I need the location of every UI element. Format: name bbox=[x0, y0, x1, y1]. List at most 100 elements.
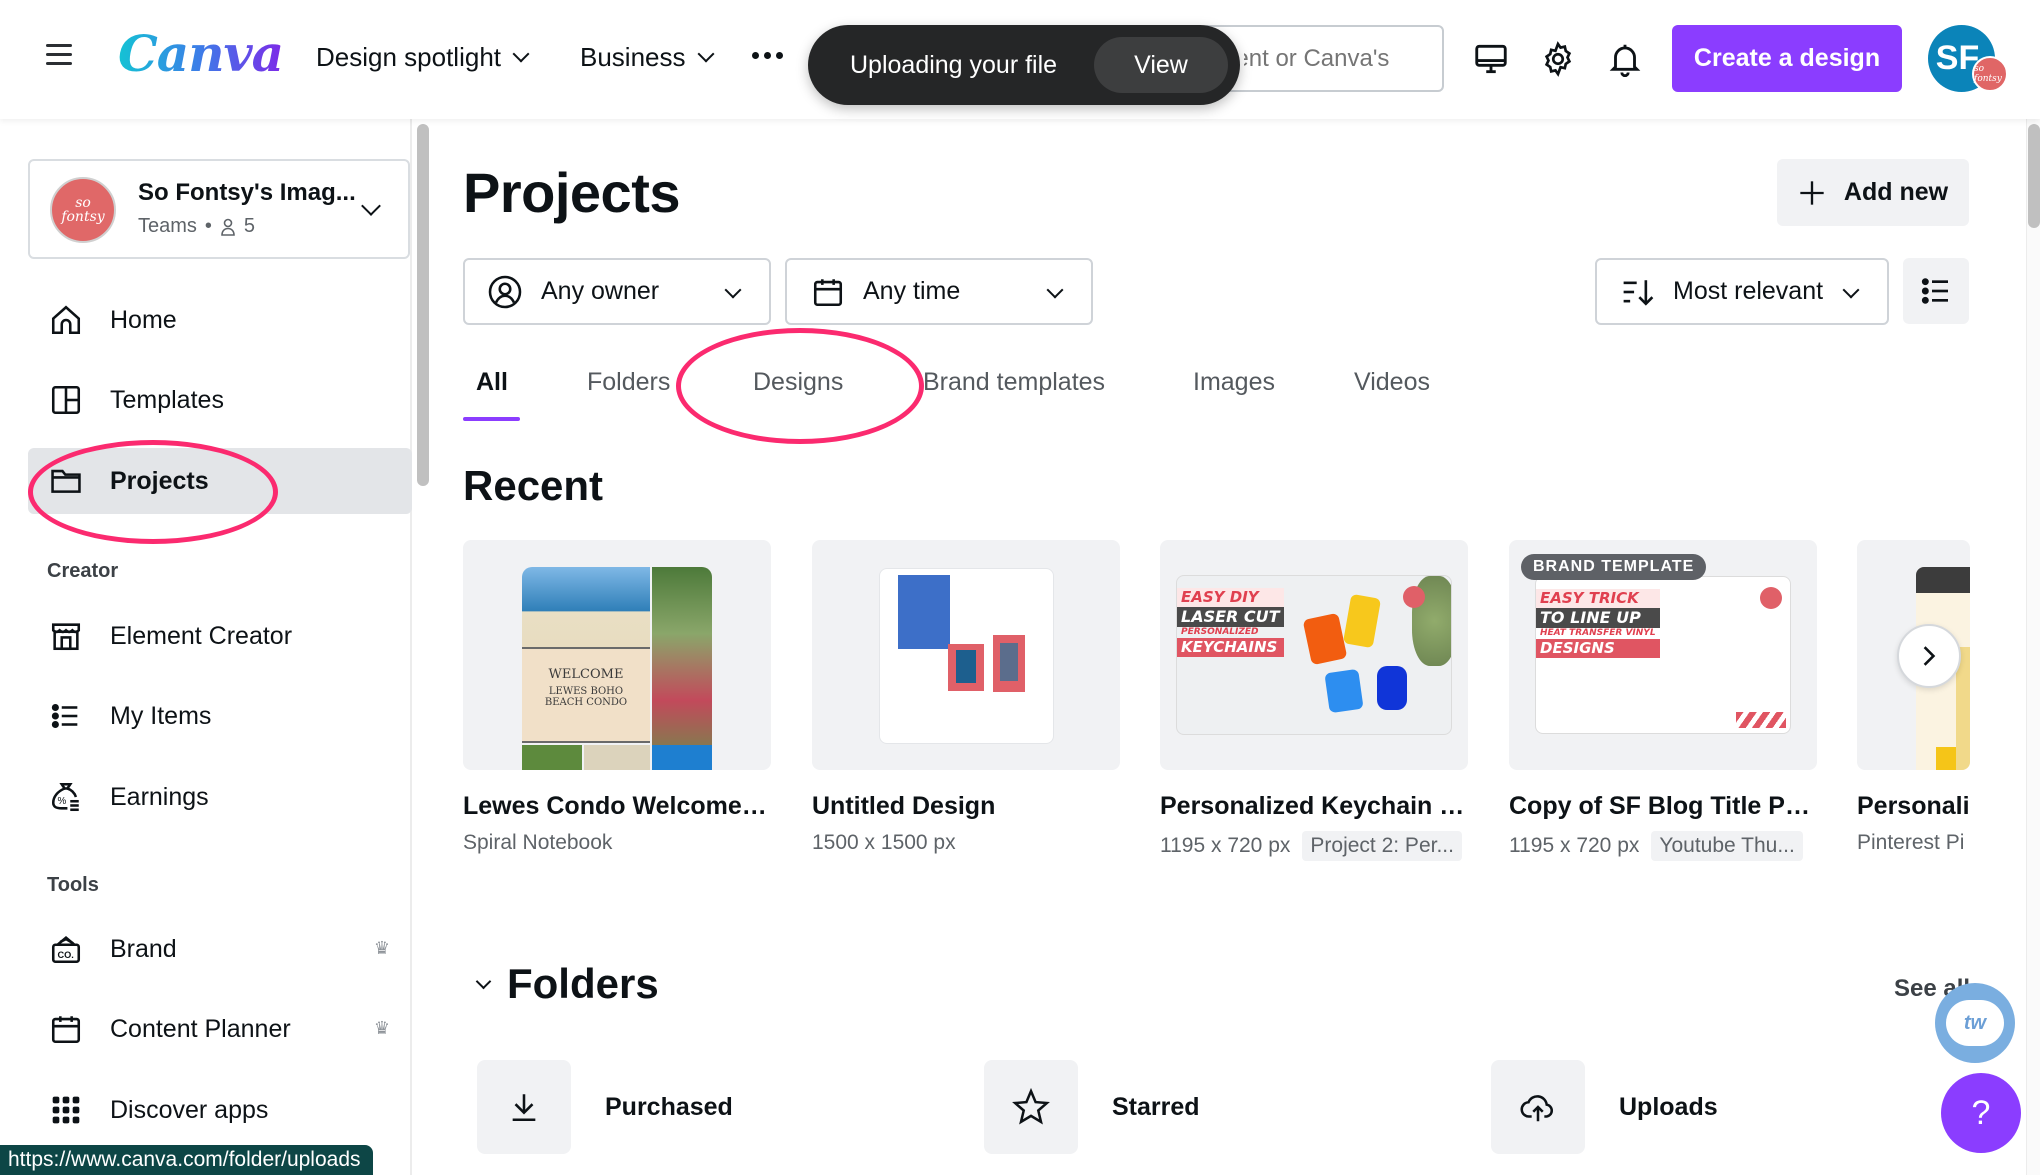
premium-crown-icon: ♛ bbox=[373, 938, 390, 958]
team-switcher[interactable]: so fontsy So Fontsy's Imag... Teams • 5 bbox=[28, 159, 410, 259]
list-icon bbox=[48, 698, 84, 734]
team-member-count: 5 bbox=[243, 215, 256, 237]
sidebar-item-element-creator[interactable]: Element Creator bbox=[28, 603, 412, 669]
tab-brand-templates[interactable]: Brand templates bbox=[923, 368, 1105, 397]
sidebar-item-content-planner[interactable]: Content Planner ♛ bbox=[28, 996, 412, 1062]
design-type: Spiral Notebook bbox=[463, 831, 613, 854]
team-type: Teams bbox=[138, 215, 197, 237]
sidebar-item-templates[interactable]: Templates bbox=[28, 367, 412, 433]
folder-item-purchased[interactable]: Purchased bbox=[477, 1060, 733, 1154]
folder-name: Starred bbox=[1112, 1092, 1200, 1121]
design-card[interactable]: WELCOME LEWES BOHO BEACH CONDO Lewes Con… bbox=[463, 540, 771, 855]
thumb-headline: WELCOME bbox=[548, 667, 624, 682]
star-icon bbox=[984, 1060, 1078, 1154]
main-scroll-track[interactable] bbox=[2026, 119, 2040, 1175]
menu-hamburger-icon[interactable] bbox=[46, 44, 72, 66]
design-card[interactable]: EASY DIY LASER CUT PERSONALIZED KEYCHAIN… bbox=[1160, 540, 1468, 861]
design-card[interactable]: BRAND TEMPLATE EASY TRICK TO LINE UP HEA… bbox=[1509, 540, 1817, 861]
add-new-button[interactable]: Add new bbox=[1777, 159, 1969, 226]
nav-design-spotlight-label: Design spotlight bbox=[316, 42, 501, 72]
chevron-down-icon bbox=[724, 281, 742, 299]
sidebar-scrollbar[interactable] bbox=[417, 124, 429, 486]
thumb-line: EASY TRICK bbox=[1536, 589, 1660, 608]
sort-dropdown[interactable]: Most relevant bbox=[1595, 258, 1889, 325]
tailwind-extension-button[interactable]: tw bbox=[1935, 983, 2015, 1063]
design-dimensions: 1195 x 720 px bbox=[1160, 834, 1291, 857]
project-folder-tag[interactable]: Project 2: Per... bbox=[1302, 831, 1462, 861]
sidebar-item-label: Discover apps bbox=[110, 1095, 269, 1124]
carousel-next-button[interactable] bbox=[1897, 624, 1961, 688]
sidebar-item-earnings[interactable]: % Earnings bbox=[28, 764, 412, 830]
nav-business[interactable]: Business bbox=[580, 42, 714, 73]
money-bag-icon: % bbox=[48, 779, 84, 815]
brand-kit-icon: CO. bbox=[48, 931, 84, 967]
design-thumbnail[interactable]: BRAND TEMPLATE EASY TRICK TO LINE UP HEA… bbox=[1509, 540, 1817, 770]
sidebar-item-label: Templates bbox=[110, 385, 224, 414]
tab-images[interactable]: Images bbox=[1193, 368, 1275, 397]
tab-folders[interactable]: Folders bbox=[587, 368, 670, 397]
tab-all[interactable]: All bbox=[476, 368, 508, 397]
thumb-line: EASY DIY bbox=[1177, 588, 1284, 607]
storefront-icon bbox=[48, 618, 84, 654]
owner-filter-dropdown[interactable]: Any owner bbox=[463, 258, 771, 325]
design-thumbnail[interactable]: WELCOME LEWES BOHO BEACH CONDO bbox=[463, 540, 771, 770]
thumb-line: LASER CUT bbox=[1177, 606, 1284, 627]
chevron-down-icon bbox=[1046, 281, 1064, 299]
tab-designs[interactable]: Designs bbox=[753, 368, 843, 397]
folders-heading: Folders bbox=[507, 960, 659, 1007]
page-title: Projects bbox=[463, 161, 681, 224]
design-card[interactable]: Personaliz Pinterest Pi bbox=[1857, 540, 1970, 855]
thumb-line: TO LINE UP bbox=[1536, 607, 1660, 628]
team-name: So Fontsy's Imag... bbox=[138, 179, 356, 206]
design-title[interactable]: Lewes Condo Welcome B... bbox=[463, 792, 771, 821]
design-meta: 1195 x 720 px Youtube Thu... bbox=[1509, 831, 1817, 861]
create-design-button[interactable]: Create a design bbox=[1672, 25, 1902, 92]
design-title[interactable]: Copy of SF Blog Title Pho... bbox=[1509, 792, 1817, 821]
nav-design-spotlight[interactable]: Design spotlight bbox=[316, 42, 530, 73]
active-tab-indicator bbox=[463, 417, 520, 421]
sidebar-item-home[interactable]: Home bbox=[28, 287, 412, 353]
sidebar-item-label: Element Creator bbox=[110, 621, 293, 650]
thumb-subtitle: LEWES BOHO BEACH CONDO bbox=[544, 686, 628, 708]
recent-heading: Recent bbox=[463, 462, 604, 509]
design-title[interactable]: Personalized Keychain Ke... bbox=[1160, 792, 1468, 821]
list-view-toggle[interactable] bbox=[1903, 258, 1969, 324]
design-thumbnail[interactable]: EASY DIY LASER CUT PERSONALIZED KEYCHAIN… bbox=[1160, 540, 1468, 770]
sidebar-item-discover-apps[interactable]: Discover apps bbox=[28, 1077, 412, 1143]
design-meta: Spiral Notebook bbox=[463, 831, 771, 855]
sidebar-item-label: Brand bbox=[110, 934, 177, 963]
calendar-icon bbox=[48, 1011, 84, 1047]
time-filter-dropdown[interactable]: Any time bbox=[785, 258, 1093, 325]
folder-item-uploads[interactable]: Uploads bbox=[1491, 1060, 1718, 1154]
calendar-icon bbox=[813, 278, 843, 306]
toast-view-button[interactable]: View bbox=[1094, 37, 1228, 93]
canva-logo[interactable]: Canva bbox=[118, 24, 284, 83]
section-heading-creator: Creator bbox=[47, 560, 119, 582]
settings-gear-icon[interactable] bbox=[1539, 40, 1577, 78]
design-meta: Pinterest Pi bbox=[1857, 831, 1970, 855]
sidebar-item-brand[interactable]: CO. Brand ♛ bbox=[28, 916, 412, 982]
notification-bell-icon[interactable] bbox=[1606, 40, 1644, 78]
thumb-line: PERSONALIZED bbox=[1181, 626, 1259, 637]
sidebar-item-my-items[interactable]: My Items bbox=[28, 683, 412, 749]
tab-videos[interactable]: Videos bbox=[1354, 368, 1430, 397]
desktop-app-icon[interactable] bbox=[1472, 40, 1510, 78]
sidebar-item-projects[interactable]: Projects bbox=[28, 448, 412, 514]
chevron-down-icon bbox=[361, 196, 381, 216]
folder-item-starred[interactable]: Starred bbox=[984, 1060, 1200, 1154]
design-title[interactable]: Personaliz bbox=[1857, 792, 1970, 821]
main-scrollbar[interactable] bbox=[2028, 124, 2040, 228]
time-filter-value: Any time bbox=[863, 277, 961, 305]
premium-crown-icon: ♛ bbox=[373, 1018, 390, 1038]
design-thumbnail[interactable] bbox=[812, 540, 1120, 770]
more-horizontal-icon[interactable] bbox=[752, 52, 783, 59]
add-new-label: Add new bbox=[1843, 178, 1949, 206]
folders-section-toggle[interactable]: Folders bbox=[475, 960, 659, 1008]
design-title[interactable]: Untitled Design bbox=[812, 792, 1120, 821]
project-folder-tag[interactable]: Youtube Thu... bbox=[1651, 831, 1803, 861]
sidebar-item-label: Earnings bbox=[110, 782, 209, 811]
help-button[interactable]: ? bbox=[1941, 1073, 2021, 1153]
team-logo: so fontsy bbox=[50, 177, 116, 243]
design-card[interactable]: Untitled Design 1500 x 1500 px bbox=[812, 540, 1120, 855]
folder-name: Uploads bbox=[1619, 1092, 1718, 1121]
